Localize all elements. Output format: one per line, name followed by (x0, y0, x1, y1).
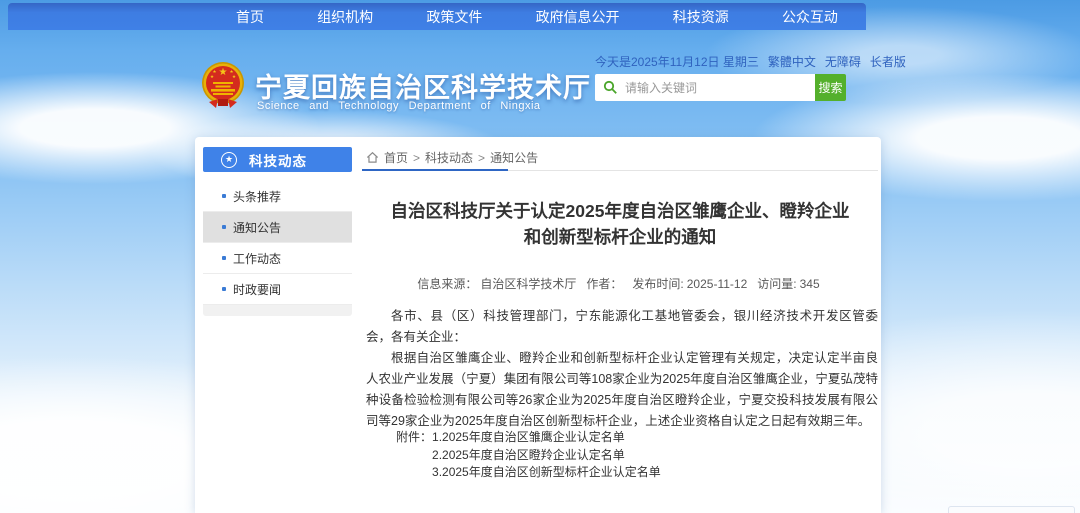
sidebar-header: ★ 科技动态 (203, 147, 352, 172)
nav-item-sci-tech-resources[interactable]: 科技资源 (673, 7, 729, 27)
elderly-version-link[interactable]: 长者版 (870, 53, 906, 70)
breadcrumb-notices[interactable]: 通知公告 (490, 149, 538, 166)
current-date-text: 今天是2025年11月12日 星期三 (595, 53, 759, 70)
article-paragraph: 根据自治区雏鹰企业、瞪羚企业和创新型标杆企业认定管理有关规定，决定认定半亩良人农… (366, 348, 878, 432)
sidebar-item-label: 工作动态 (233, 250, 281, 267)
nav-item-organization[interactable]: 组织机构 (317, 7, 373, 27)
breadcrumb: 首页 > 科技动态 > 通知公告 (366, 149, 538, 166)
sidebar-item-label: 时政要闻 (233, 281, 281, 298)
breadcrumb-active-underline (362, 169, 508, 171)
site-subtitle-english: Science and Technology Department of Nin… (257, 100, 541, 112)
breadcrumb-separator: > (413, 151, 420, 165)
home-icon (366, 151, 379, 164)
attachment-link-gazelle-list[interactable]: 2.2025年度自治区瞪羚企业认定名单 (432, 447, 661, 465)
svg-text:★: ★ (219, 67, 228, 78)
meta-author-label: 作者： (586, 277, 622, 291)
sidebar-item-label: 头条推荐 (233, 188, 281, 205)
bullet-icon (222, 256, 226, 260)
star-circle-icon: ★ (221, 152, 237, 168)
bullet-icon (222, 287, 226, 291)
sidebar-item-headlines[interactable]: 头条推荐 (203, 181, 352, 212)
attachments-label: 附件： (396, 429, 432, 482)
bottom-corner-widget (948, 506, 1075, 513)
nav-item-home[interactable]: 首页 (236, 7, 264, 27)
top-navigation-bar: 首页 组织机构 政策文件 政府信息公开 科技资源 公众互动 (8, 3, 866, 30)
sidebar-title: 科技动态 (249, 150, 307, 170)
sidebar-item-notices[interactable]: 通知公告 (203, 212, 352, 243)
meta-source-value: 自治区科学技术厅 (480, 277, 576, 291)
nav-item-gov-info-disclosure[interactable]: 政府信息公开 (536, 7, 620, 27)
svg-text:★: ★ (210, 74, 214, 79)
header-utility-row: 今天是2025年11月12日 星期三 繁體中文 无障碍 长者版 (595, 53, 874, 70)
attachments-block: 附件： 1.2025年度自治区雏鹰企业认定名单 2.2025年度自治区瞪羚企业认… (396, 429, 661, 482)
traditional-chinese-link[interactable]: 繁體中文 (768, 53, 816, 70)
sidebar-item-current-politics[interactable]: 时政要闻 (203, 274, 352, 305)
meta-time-label: 发布时间: (632, 277, 683, 291)
meta-source-label: 信息来源： (417, 277, 477, 291)
bullet-icon (222, 225, 226, 229)
national-emblem-logo[interactable]: ★ ★ ★ ★ ★ (201, 58, 245, 113)
article-paragraph: 各市、县（区）科技管理部门，宁东能源化工基地管委会，银川经济技术开发区管委会，各… (366, 306, 878, 348)
search-input[interactable] (595, 74, 815, 101)
article-title: 自治区科技厅关于认定2025年度自治区雏鹰企业、瞪羚企业 和创新型标杆企业的通知 (362, 198, 878, 250)
meta-views-value: 345 (800, 277, 820, 291)
search-bar: 搜索 (595, 74, 846, 101)
attachments-list: 1.2025年度自治区雏鹰企业认定名单 2.2025年度自治区瞪羚企业认定名单 … (432, 429, 661, 482)
svg-text:★: ★ (232, 74, 236, 79)
nav-menu: 首页 组织机构 政策文件 政府信息公开 科技资源 公众互动 (236, 7, 838, 27)
article-title-line1: 自治区科技厅关于认定2025年度自治区雏鹰企业、瞪羚企业 (362, 198, 878, 224)
sidebar-item-work-updates[interactable]: 工作动态 (203, 243, 352, 274)
search-button[interactable]: 搜索 (815, 74, 846, 101)
sidebar-menu: 头条推荐 通知公告 工作动态 时政要闻 (203, 181, 352, 316)
meta-time-value: 2025-11-12 (687, 277, 748, 291)
article-meta: 信息来源：自治区科学技术厅作者： 发布时间: 2025-11-12 访问量: 345 (362, 275, 878, 292)
page-background: 首页 组织机构 政策文件 政府信息公开 科技资源 公众互动 ★ ★ ★ ★ ★ … (0, 0, 1080, 513)
attachment-link-benchmark-list[interactable]: 3.2025年度自治区创新型标杆企业认定名单 (432, 464, 661, 482)
meta-views-label: 访问量: (757, 277, 796, 291)
article-body: 各市、县（区）科技管理部门，宁东能源化工基地管委会，银川经济技术开发区管委会，各… (366, 306, 878, 432)
search-input-wrap (595, 74, 815, 101)
attachment-link-eagle-list[interactable]: 1.2025年度自治区雏鹰企业认定名单 (432, 429, 661, 447)
bullet-icon (222, 194, 226, 198)
accessibility-link[interactable]: 无障碍 (825, 53, 861, 70)
breadcrumb-divider-line (508, 170, 878, 171)
sidebar-footer-strip (203, 305, 352, 316)
article-title-line2: 和创新型标杆企业的通知 (362, 224, 878, 250)
breadcrumb-home[interactable]: 首页 (384, 149, 408, 166)
breadcrumb-sci-tech-news[interactable]: 科技动态 (425, 149, 473, 166)
nav-item-policy-documents[interactable]: 政策文件 (426, 7, 482, 27)
breadcrumb-separator: > (478, 151, 485, 165)
nav-item-public-interaction[interactable]: 公众互动 (782, 7, 838, 27)
sidebar-item-label: 通知公告 (233, 219, 281, 236)
search-icon (603, 80, 618, 95)
